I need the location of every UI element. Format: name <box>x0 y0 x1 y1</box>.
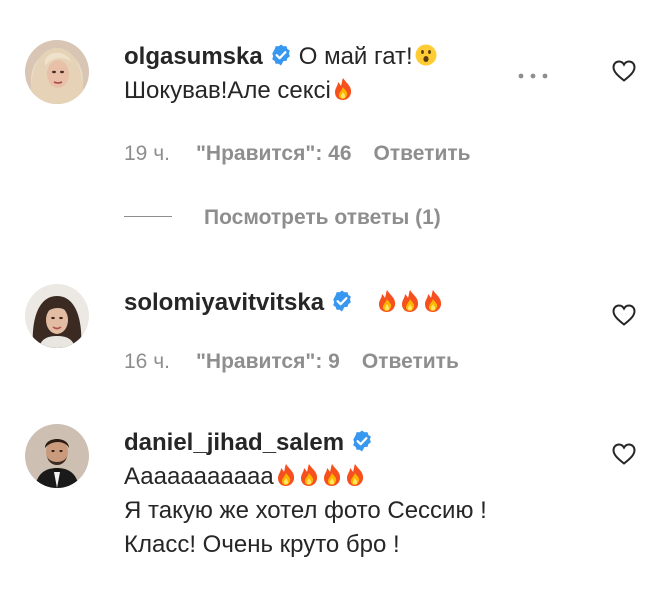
astonished-emoji <box>415 44 437 66</box>
username-link[interactable]: olgasumska <box>124 43 263 70</box>
comment-meta: 16 ч. "Нравится": 9 Ответить <box>124 350 459 374</box>
comment-text-line1: Ааааааааааа <box>124 463 274 490</box>
fire-emoji <box>277 464 294 486</box>
fire-emoji <box>378 290 395 312</box>
view-replies-button[interactable]: Посмотреть ответы (1) <box>124 206 441 236</box>
verified-badge-icon <box>333 290 352 312</box>
comment-meta: 19 ч. "Нравится": 46 Ответить <box>124 142 471 166</box>
comment-time[interactable]: 16 ч. <box>124 350 170 373</box>
view-replies-line <box>124 216 172 217</box>
reply-button[interactable]: Ответить <box>362 350 459 373</box>
heart-icon[interactable] <box>612 60 636 82</box>
verified-badge-icon <box>271 44 290 66</box>
avatar-solomiyavitvitska[interactable] <box>25 284 89 348</box>
reply-button[interactable]: Ответить <box>374 142 471 165</box>
fire-emoji <box>323 464 340 486</box>
comment-time[interactable]: 19 ч. <box>124 142 170 165</box>
likes-count[interactable]: "Нравится": 9 <box>196 350 340 373</box>
username-link[interactable]: solomiyavitvitska <box>124 289 324 316</box>
heart-icon[interactable] <box>612 443 636 465</box>
username-link[interactable]: daniel_jihad_salem <box>124 429 344 456</box>
comment-text-line2: Шокував!Але сексі <box>124 77 331 104</box>
view-replies-label: Посмотреть ответы (1) <box>204 206 441 229</box>
more-options-icon[interactable] <box>517 71 549 81</box>
comment-text-line2: Я такую же хотел фото Сессию ! <box>124 497 487 524</box>
comment-text-line1: О май гат! <box>298 43 413 70</box>
comment-text-line3: Класс! Очень круто бро ! <box>124 531 400 558</box>
comment-body: solomiyavitvitska <box>124 286 588 320</box>
fire-emoji <box>300 464 317 486</box>
likes-count[interactable]: "Нравится": 46 <box>196 142 352 165</box>
avatar-olgasumska[interactable] <box>25 40 89 104</box>
verified-badge-icon <box>353 430 372 452</box>
fire-emoji <box>424 290 441 312</box>
fire-emoji <box>401 290 418 312</box>
fire-emoji <box>346 464 363 486</box>
heart-icon[interactable] <box>612 304 636 326</box>
comment-body: daniel_jihad_salem Ааааааааааа Я такую ж… <box>124 426 588 562</box>
avatar-daniel-jihad-salem[interactable] <box>25 424 89 488</box>
fire-emoji <box>334 78 351 100</box>
